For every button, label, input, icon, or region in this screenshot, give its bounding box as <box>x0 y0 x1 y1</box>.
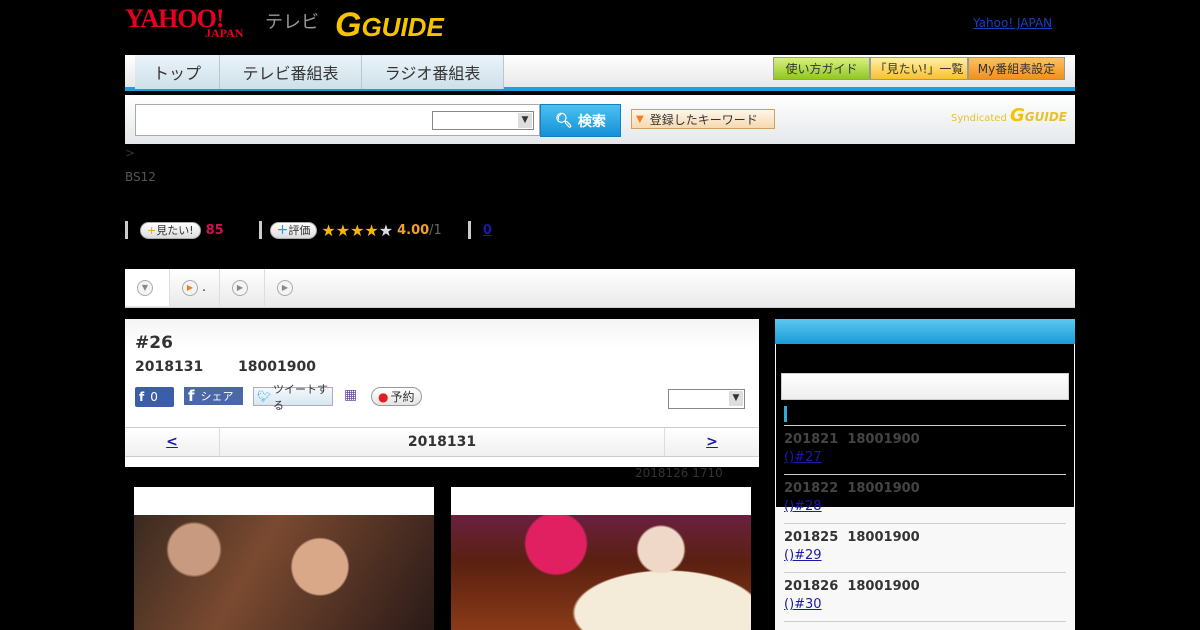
sub-tab-2[interactable]: ▶. <box>170 269 220 306</box>
rate-button[interactable]: + 評価 <box>269 221 318 239</box>
breadcrumb[interactable]: > <box>125 146 135 160</box>
tab-top[interactable]: トップ <box>135 55 220 89</box>
yahoo-japan-link[interactable]: Yahoo! JAPAN <box>973 16 1052 30</box>
play-circle-icon: ▶ <box>182 279 198 296</box>
gguide-logo: GGUIDE <box>335 6 444 44</box>
review-link[interactable]: 0 <box>483 223 492 238</box>
section-marker <box>784 406 787 422</box>
episode-item: 201821 18001900 ()#27 <box>784 425 1066 465</box>
sub-tab-3[interactable]: ▶ <box>220 269 265 306</box>
rating-count: /1 <box>429 222 442 238</box>
search-icon: 🔍︎ <box>555 112 573 129</box>
updated-time: 2018126 1710 <box>635 466 723 480</box>
channel-name: BS12 <box>125 170 156 184</box>
twitter-icon: 🐦︎ <box>257 390 271 403</box>
sidebar-header <box>775 319 1075 344</box>
episode-link[interactable]: ()#27 <box>784 450 868 465</box>
rating-stars: ★★★★★ <box>321 220 394 240</box>
program-date: 2018131 <box>135 359 204 375</box>
search-category-select[interactable]: ▼ <box>432 111 534 130</box>
facebook-share-button[interactable]: f シェア <box>184 387 243 405</box>
date-pager: < 2018131 > <box>125 427 759 457</box>
guide-button[interactable]: 使い方ガイド <box>773 57 870 80</box>
plus-icon: + <box>147 223 157 237</box>
want-button[interactable]: + 見たい! <box>140 221 201 239</box>
want-list-button[interactable]: 「見たい!」一覧 <box>870 57 968 80</box>
yahoo-logo-japan: JAPAN <box>205 26 244 40</box>
triangle-down-icon: ▼ <box>636 113 644 125</box>
episode-item: 201826 18001900 ()#30 <box>784 572 1066 612</box>
chevron-down-icon: ▼ <box>518 113 532 128</box>
search-bar: ▼ 🔍︎ 検索 ▼ 登録したキーワード Syndicated GGUIDE <box>125 95 1075 144</box>
stats-row: + 見たい! 85 + 評価 ★★★★★ 4.00 /1 0 <box>125 220 492 240</box>
want-count: 85 <box>205 222 224 238</box>
program-select[interactable]: ▼ <box>668 389 745 409</box>
my-schedule-button[interactable]: My番組表設定 <box>968 57 1065 80</box>
syndicated-logo: Syndicated GGUIDE <box>951 105 1067 126</box>
main-nav: トップ テレビ番組表 ラジオ番組表 使い方ガイド 「見たい!」一覧 My番組表設… <box>125 55 1075 91</box>
play-circle-icon: ▶ <box>277 279 293 296</box>
program-detail: #26 2018131 18001900 f0 f シェア 🐦︎ ツイートする ▦ … <box>125 319 759 467</box>
sidebar-tab-bar <box>781 373 1069 400</box>
episode-sidebar: 201821 18001900 ()#27 201822 18001900 ()#2… <box>775 319 1075 630</box>
program-time: 18001900 <box>238 359 316 375</box>
divider <box>784 621 1066 628</box>
tweet-button[interactable]: 🐦︎ ツイートする <box>253 383 333 412</box>
tab-radio-schedule[interactable]: ラジオ番組表 <box>362 55 504 89</box>
episode-link[interactable]: ()#29 <box>784 548 868 563</box>
facebook-like-button[interactable]: f0 <box>135 387 174 407</box>
sub-tabs: ▼ ▶. ▶ ▶ <box>125 269 1075 308</box>
tab-tv-schedule[interactable]: テレビ番組表 <box>220 55 362 89</box>
rating-value: 4.00 <box>397 222 430 238</box>
sub-tab-1[interactable]: ▼ <box>125 269 170 306</box>
program-photo-1 <box>134 487 434 630</box>
play-circle-icon: ▶ <box>232 279 248 296</box>
record-icon: ● <box>378 389 389 404</box>
add-calendar-icon[interactable]: ▦ <box>344 387 357 403</box>
next-date-link[interactable]: > <box>664 428 759 456</box>
search-button[interactable]: 🔍︎ 検索 <box>540 104 621 137</box>
reserve-button[interactable]: ● 予約 <box>371 387 422 406</box>
facebook-icon: f <box>139 390 145 404</box>
plus-icon: + <box>276 222 289 238</box>
program-title: #26 <box>135 333 173 353</box>
episode-item: 201825 18001900 ()#29 <box>784 523 1066 563</box>
episode-link[interactable]: ()#28 <box>784 499 868 514</box>
episode-item: 201822 18001900 ()#28 <box>784 474 1066 514</box>
episode-link[interactable]: ()#30 <box>784 597 868 612</box>
down-circle-icon: ▼ <box>137 279 153 296</box>
tv-logo: テレビ <box>265 12 319 33</box>
keyword-button[interactable]: ▼ 登録したキーワード <box>631 109 775 129</box>
prev-date-link[interactable]: < <box>125 428 220 456</box>
sub-tab-4[interactable]: ▶ <box>265 269 310 306</box>
program-photo-2 <box>451 487 751 630</box>
current-date: 2018131 <box>407 434 477 450</box>
facebook-icon: f <box>188 387 195 405</box>
chevron-down-icon: ▼ <box>729 391 743 406</box>
